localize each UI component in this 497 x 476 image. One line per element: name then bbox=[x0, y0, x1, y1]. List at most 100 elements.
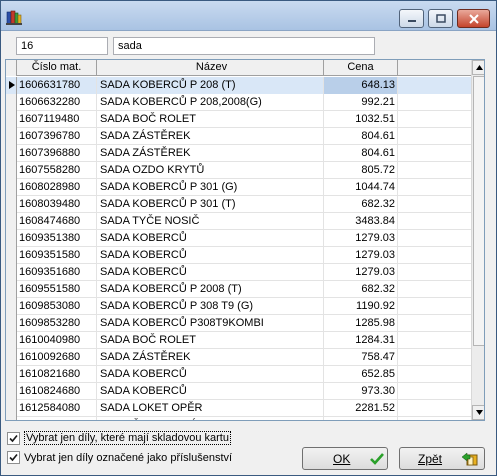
parts-table: Číslo mat. Název Cena 1606631780 SADA KOB… bbox=[5, 59, 485, 421]
table-row[interactable]: 1610040980 SADA BOČ ROLET 1284.31 bbox=[6, 332, 471, 349]
table-row[interactable]: 1607396780 SADA ZÁSTĚREK 804.61 bbox=[6, 128, 471, 145]
cell-price: 805.72 bbox=[324, 162, 398, 179]
app-books-icon bbox=[6, 10, 22, 25]
scroll-thumb[interactable] bbox=[473, 76, 484, 346]
table-row[interactable]: 1609351680 SADA KOBERCŮ 1279.03 bbox=[6, 264, 471, 281]
table-row[interactable]: 1606631780 SADA KOBERCŮ P 208 (T) 648.13 bbox=[6, 77, 471, 94]
table-row[interactable]: 1609853280 SADA KOBERCŮ P308T9KOMBI 1285.9… bbox=[6, 315, 471, 332]
cell-price: 652.85 bbox=[324, 366, 398, 383]
maximize-icon bbox=[435, 13, 446, 23]
back-button-label: Zpět bbox=[418, 451, 443, 466]
table-row[interactable]: 1609351580 SADA KOBERCŮ 1279.03 bbox=[6, 247, 471, 264]
cell-code: 1609351580 bbox=[17, 247, 97, 264]
table-row[interactable]: 1610821680 SADA KOBERCŮ 652.85 bbox=[6, 366, 471, 383]
row-indicator[interactable] bbox=[6, 179, 17, 196]
cell-name: SADA KOBERCŮ bbox=[97, 247, 324, 264]
cell-name: SADA KOBERCŮ P 301 (T) bbox=[97, 196, 324, 213]
vertical-scrollbar[interactable] bbox=[471, 60, 484, 420]
row-indicator[interactable] bbox=[6, 145, 17, 162]
row-indicator[interactable] bbox=[6, 128, 17, 145]
ok-button-label: OK bbox=[333, 451, 351, 466]
table-body: 1606631780 SADA KOBERCŮ P 208 (T) 648.13 16… bbox=[6, 77, 471, 420]
table-row[interactable]: 1606632280 SADA KOBERCŮ P 208,2008(G) 992.… bbox=[6, 94, 471, 111]
code-filter-input[interactable]: 16 bbox=[16, 37, 108, 55]
cell-code: 1610040980 bbox=[17, 332, 97, 349]
table-row[interactable]: 1612584080 SADA LOKET OPĚR 2281.52 bbox=[6, 400, 471, 417]
table-row[interactable]: 1607119480 SADA BOČ ROLET 1032.51 bbox=[6, 111, 471, 128]
row-indicator[interactable] bbox=[6, 332, 17, 349]
dialog-window: 16 sada Číslo mat. Název Cena 1606631780… bbox=[0, 0, 497, 476]
scroll-up-button[interactable] bbox=[472, 60, 484, 75]
row-indicator[interactable] bbox=[6, 77, 17, 94]
stock-only-option[interactable]: Vybrat jen díly, které mají skladovou ka… bbox=[7, 431, 231, 445]
table-row[interactable]: 1608028980 SADA KOBERCŮ P 301 (G) 1044.74 bbox=[6, 179, 471, 196]
cell-empty bbox=[398, 281, 471, 298]
row-indicator[interactable] bbox=[6, 111, 17, 128]
cell-empty bbox=[398, 349, 471, 366]
row-indicator[interactable] bbox=[6, 247, 17, 264]
cell-name: SADA ŠROUB KRÁP bbox=[97, 417, 324, 420]
table-row[interactable]: 1609351380 SADA KOBERCŮ 1279.03 bbox=[6, 230, 471, 247]
cell-code: 1607396880 bbox=[17, 145, 97, 162]
table-row[interactable]: 1608039480 SADA KOBERCŮ P 301 (T) 682.32 bbox=[6, 196, 471, 213]
accessories-checkbox[interactable] bbox=[7, 451, 20, 464]
table-row[interactable]: 1608474680 SADA TYČE NOSIČ 3483.84 bbox=[6, 213, 471, 230]
cell-empty bbox=[398, 111, 471, 128]
table-row[interactable]: 1610824680 SADA KOBERCŮ 973.30 bbox=[6, 383, 471, 400]
cell-code: 1609351680 bbox=[17, 264, 97, 281]
cell-name: SADA ZÁSTĚREK bbox=[97, 349, 324, 366]
ok-button[interactable]: OK bbox=[302, 447, 388, 470]
table-row[interactable]: 1607396880 SADA ZÁSTĚREK 804.61 bbox=[6, 145, 471, 162]
column-header-price[interactable]: Cena bbox=[324, 60, 398, 76]
maximize-button[interactable] bbox=[428, 9, 453, 28]
close-button[interactable] bbox=[457, 9, 490, 28]
row-indicator[interactable] bbox=[6, 349, 17, 366]
scroll-down-button[interactable] bbox=[472, 405, 484, 420]
row-indicator[interactable] bbox=[6, 315, 17, 332]
table-row[interactable]: 1609551580 SADA KOBERCŮ P 2008 (T) 682.32 bbox=[6, 281, 471, 298]
cell-price: 1044.74 bbox=[324, 179, 398, 196]
cell-code: 1612584080 bbox=[17, 400, 97, 417]
row-indicator[interactable] bbox=[6, 94, 17, 111]
cell-code: 1608028980 bbox=[17, 179, 97, 196]
row-indicator[interactable] bbox=[6, 196, 17, 213]
current-row-arrow-icon bbox=[9, 81, 15, 89]
stock-only-checkbox[interactable] bbox=[7, 431, 20, 445]
back-button[interactable]: Zpět bbox=[399, 447, 485, 470]
table-row[interactable]: 1609853080 SADA KOBERCŮ P 308 T9 (G) 1190.… bbox=[6, 298, 471, 315]
row-indicator[interactable] bbox=[6, 264, 17, 281]
table-row[interactable]: 1607558280 SADA OZDO KRYTŮ 805.72 bbox=[6, 162, 471, 179]
row-indicator[interactable] bbox=[6, 366, 17, 383]
cell-price: 804.61 bbox=[324, 145, 398, 162]
cell-price: 1284.31 bbox=[324, 332, 398, 349]
cell-code: 1610824680 bbox=[17, 383, 97, 400]
column-header-code[interactable]: Číslo mat. bbox=[17, 60, 97, 76]
cell-price: 758.47 bbox=[324, 349, 398, 366]
row-indicator[interactable] bbox=[6, 400, 17, 417]
cell-name: SADA KOBERCŮ P 308 T9 (G) bbox=[97, 298, 324, 315]
cell-price: 992.21 bbox=[324, 94, 398, 111]
row-indicator[interactable] bbox=[6, 230, 17, 247]
table-header: Číslo mat. Název Cena bbox=[6, 60, 471, 76]
title-bar[interactable] bbox=[1, 1, 496, 31]
cell-price: 1032.51 bbox=[324, 111, 398, 128]
row-indicator[interactable] bbox=[6, 281, 17, 298]
arrow-down-icon bbox=[475, 410, 483, 415]
row-indicator[interactable] bbox=[6, 162, 17, 179]
cell-price: 648.13 bbox=[324, 77, 398, 94]
cell-empty bbox=[398, 162, 471, 179]
column-header-name[interactable]: Název bbox=[97, 60, 324, 76]
row-indicator-header bbox=[6, 60, 17, 76]
row-indicator[interactable] bbox=[6, 213, 17, 230]
table-row[interactable]: 1610092680 SADA ZÁSTĚREK 758.47 bbox=[6, 349, 471, 366]
row-indicator[interactable] bbox=[6, 298, 17, 315]
table-row[interactable]: 1612910180SADA ŠROUB KRÁP885.97 bbox=[6, 417, 471, 420]
accessories-option[interactable]: Vybrat jen díly označené jako příslušens… bbox=[7, 451, 232, 464]
cell-name: SADA LOKET OPĚR bbox=[97, 400, 324, 417]
cell-code: 1609351380 bbox=[17, 230, 97, 247]
cell-price: 885.97 bbox=[324, 417, 398, 420]
name-filter-input[interactable]: sada bbox=[113, 37, 375, 55]
row-indicator[interactable] bbox=[6, 383, 17, 400]
minimize-button[interactable] bbox=[399, 9, 424, 28]
row-indicator[interactable] bbox=[6, 417, 17, 420]
